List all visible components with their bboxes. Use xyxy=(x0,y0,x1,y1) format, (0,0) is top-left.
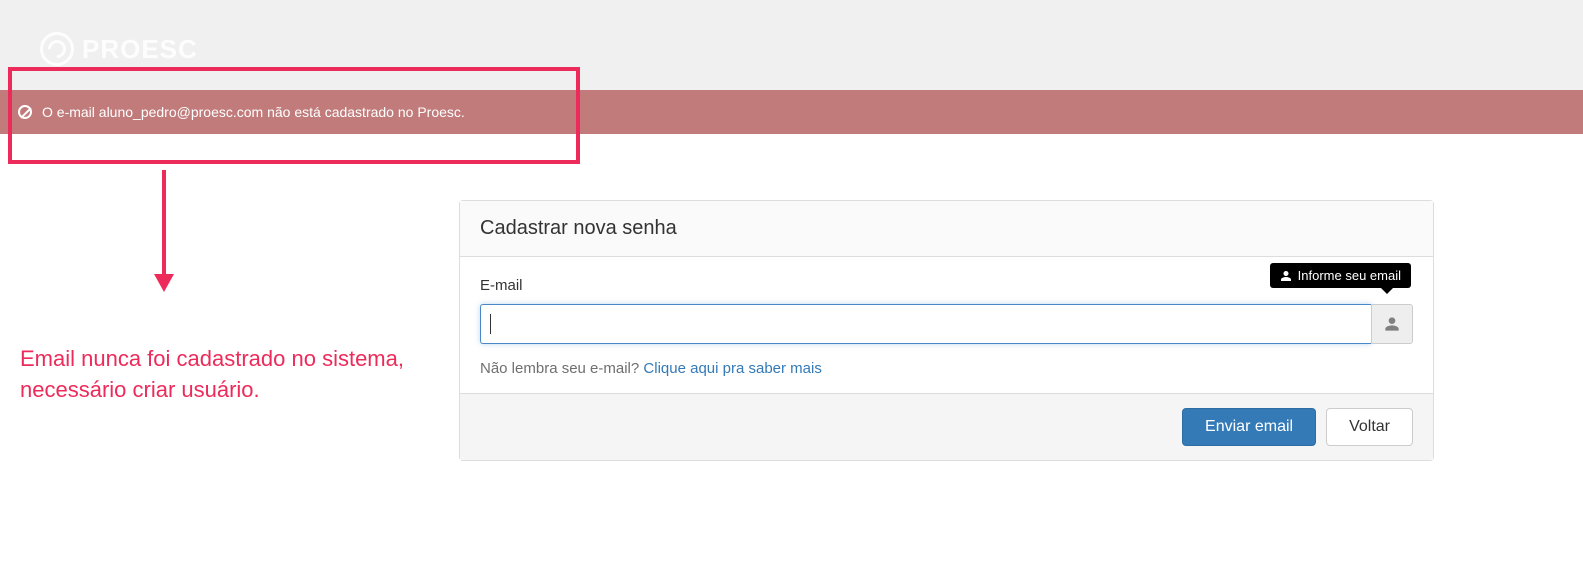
email-tooltip-text: Informe seu email xyxy=(1298,268,1401,283)
submit-button[interactable]: Enviar email xyxy=(1182,408,1316,446)
email-input[interactable] xyxy=(480,304,1371,344)
annotation-caption: Email nunca foi cadastrado no sistema, n… xyxy=(20,344,440,406)
header-band: PROESC xyxy=(0,0,1583,90)
panel-title: Cadastrar nova senha xyxy=(460,201,1433,257)
error-banner-text: O e-mail aluno_pedro@proesc.com não está… xyxy=(42,104,465,120)
brand-logo-text: PROESC xyxy=(82,34,198,65)
panel-body: E-mail Informe seu email Não lembra seu … xyxy=(460,257,1433,393)
user-icon xyxy=(1280,270,1292,282)
help-row: Não lembra seu e-mail? Clique aqui pra s… xyxy=(480,360,1413,377)
brand-logo: PROESC xyxy=(40,32,198,66)
ban-icon xyxy=(18,105,32,119)
email-input-group xyxy=(480,304,1413,344)
email-tooltip: Informe seu email xyxy=(1270,263,1411,288)
help-link[interactable]: Clique aqui pra saber mais xyxy=(643,360,821,377)
text-caret-icon xyxy=(490,314,491,334)
panel-footer: Enviar email Voltar xyxy=(460,393,1433,460)
error-banner: O e-mail aluno_pedro@proesc.com não está… xyxy=(0,90,1583,134)
back-button[interactable]: Voltar xyxy=(1326,408,1413,446)
help-prefix: Não lembra seu e-mail? xyxy=(480,360,643,377)
email-input-addon xyxy=(1371,304,1413,344)
reset-password-panel: Cadastrar nova senha E-mail Informe seu … xyxy=(459,200,1434,461)
user-icon xyxy=(1384,316,1400,332)
brand-logo-mark xyxy=(40,32,74,66)
